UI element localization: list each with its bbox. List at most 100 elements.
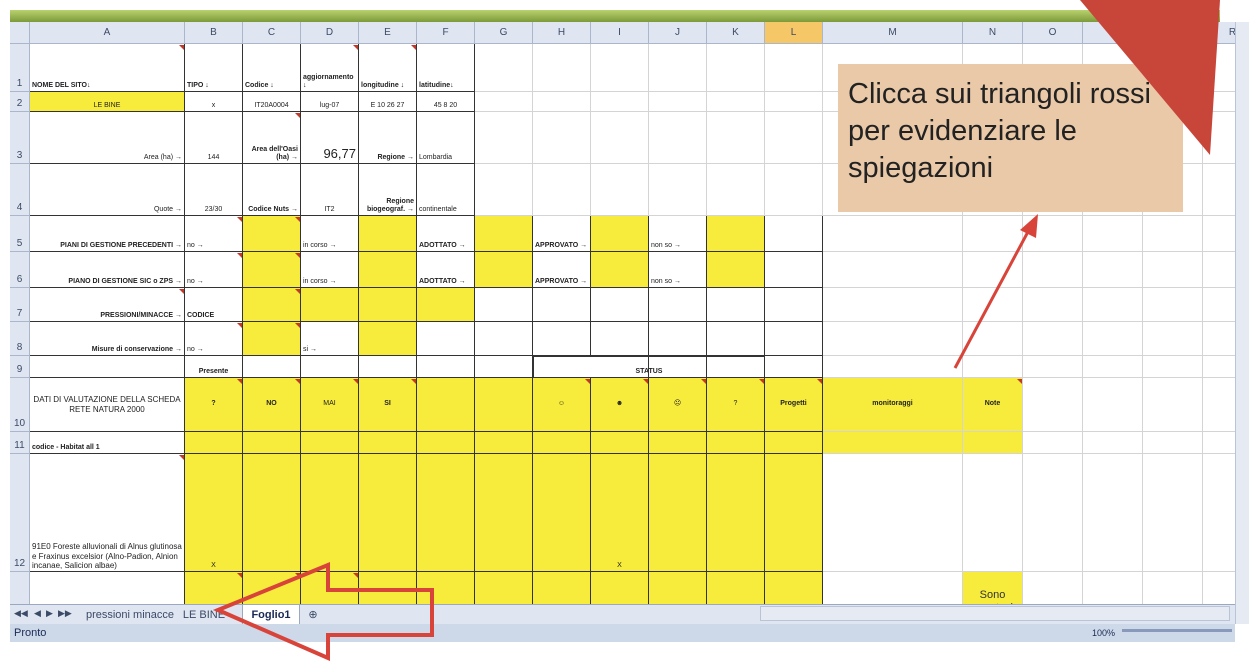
- row-header[interactable]: 4: [10, 164, 30, 216]
- cell-f7[interactable]: [417, 288, 475, 322]
- row-header[interactable]: 7: [10, 288, 30, 322]
- row-header[interactable]: 9: [10, 356, 30, 378]
- cell-g6[interactable]: [475, 252, 533, 288]
- cell-c1[interactable]: Codice ↓: [243, 44, 301, 92]
- column-header-e[interactable]: E: [359, 22, 417, 44]
- cell-k12[interactable]: [707, 454, 765, 572]
- cell-l3[interactable]: [765, 112, 823, 164]
- cell-g8[interactable]: [475, 322, 533, 356]
- cell-l10[interactable]: Progetti: [765, 378, 823, 432]
- cell-r6[interactable]: [1203, 252, 1235, 288]
- cell-a8[interactable]: Misure di conservazione →: [30, 322, 185, 356]
- cell-j2[interactable]: [649, 92, 707, 112]
- comment-indicator-icon[interactable]: [353, 45, 358, 50]
- row-header[interactable]: 11: [10, 432, 30, 454]
- cell-r7[interactable]: [1203, 288, 1235, 322]
- row-header[interactable]: 6: [10, 252, 30, 288]
- cell-b6[interactable]: no →: [185, 252, 243, 288]
- column-header-l[interactable]: L: [765, 22, 823, 44]
- cell-a5[interactable]: PIANI DI GESTIONE PRECEDENTI →: [30, 216, 185, 252]
- cell-g2[interactable]: [475, 92, 533, 112]
- cell-d6[interactable]: in corso →: [301, 252, 359, 288]
- cell-j9[interactable]: [649, 356, 707, 378]
- comment-indicator-icon[interactable]: [179, 289, 184, 294]
- cell-l9[interactable]: [765, 356, 823, 378]
- cell-j13[interactable]: [649, 572, 707, 604]
- cell-a12[interactable]: 91E0 Foreste alluvionali di Alnus glutin…: [30, 454, 185, 572]
- cell-d11[interactable]: [301, 432, 359, 454]
- cell-k11[interactable]: [707, 432, 765, 454]
- cell-f13[interactable]: [417, 572, 475, 604]
- cell-a7[interactable]: PRESSIONI/MINACCE →: [30, 288, 185, 322]
- cell-f9[interactable]: [417, 356, 475, 378]
- row-header[interactable]: 8: [10, 322, 30, 356]
- cell-j7[interactable]: [649, 288, 707, 322]
- cell-i8[interactable]: [591, 322, 649, 356]
- row-header[interactable]: 1: [10, 44, 30, 92]
- cell-n11[interactable]: [963, 432, 1023, 454]
- cell-p7[interactable]: [1083, 288, 1143, 322]
- cell-g5[interactable]: [475, 216, 533, 252]
- cell-a6[interactable]: PIANO DI GESTIONE SIC o ZPS →: [30, 252, 185, 288]
- comment-indicator-icon[interactable]: [759, 379, 764, 384]
- cell-e2[interactable]: E 10 26 27: [359, 92, 417, 112]
- column-header-h[interactable]: H: [533, 22, 591, 44]
- cell-b12[interactable]: X: [185, 454, 243, 572]
- cell-j3[interactable]: [649, 112, 707, 164]
- cell-f8[interactable]: [417, 322, 475, 356]
- cell-k9[interactable]: [707, 356, 765, 378]
- cell-b10[interactable]: ?: [185, 378, 243, 432]
- row-header[interactable]: 3: [10, 112, 30, 164]
- cell-e11[interactable]: [359, 432, 417, 454]
- prev-sheet-icon[interactable]: ◀: [34, 608, 41, 619]
- comment-indicator-icon[interactable]: [411, 45, 416, 50]
- cell-e10[interactable]: SI: [359, 378, 417, 432]
- cell-k13[interactable]: [707, 572, 765, 604]
- cell-g10[interactable]: [475, 378, 533, 432]
- cell-i11[interactable]: [591, 432, 649, 454]
- cell-n12[interactable]: [963, 454, 1023, 572]
- cell-c9[interactable]: [243, 356, 301, 378]
- cell-d9[interactable]: [301, 356, 359, 378]
- comment-indicator-icon[interactable]: [179, 455, 184, 460]
- cell-i13[interactable]: [591, 572, 649, 604]
- cell-a10[interactable]: DATI DI VALUTAZIONE DELLA SCHEDA RETE NA…: [30, 378, 185, 432]
- cell-o11[interactable]: [1023, 432, 1083, 454]
- cell-e4[interactable]: Regione biogeograf. →: [359, 164, 417, 216]
- cell-o9[interactable]: [1023, 356, 1083, 378]
- cell-d12[interactable]: [301, 454, 359, 572]
- row-header[interactable]: 12: [10, 454, 30, 572]
- cell-d1[interactable]: aggiornamento ↓: [301, 44, 359, 92]
- cell-p10[interactable]: [1083, 378, 1143, 432]
- cell-b5[interactable]: no →: [185, 216, 243, 252]
- cell-j5[interactable]: non so →: [649, 216, 707, 252]
- comment-indicator-icon[interactable]: [237, 573, 242, 578]
- cell-d3[interactable]: 96,77: [301, 112, 359, 164]
- column-header-c[interactable]: C: [243, 22, 301, 44]
- cell-m13[interactable]: [823, 572, 963, 604]
- cell-q7[interactable]: [1143, 288, 1203, 322]
- select-all-corner[interactable]: [10, 22, 30, 44]
- cell-m6[interactable]: [823, 252, 963, 288]
- vertical-scrollbar[interactable]: [1235, 22, 1249, 624]
- cell-j12[interactable]: [649, 454, 707, 572]
- cell-h11[interactable]: [533, 432, 591, 454]
- cell-i7[interactable]: [591, 288, 649, 322]
- cell-b11[interactable]: [185, 432, 243, 454]
- cell-d7[interactable]: [301, 288, 359, 322]
- cell-m5[interactable]: [823, 216, 963, 252]
- cell-g3[interactable]: [475, 112, 533, 164]
- cell-b4[interactable]: 23/30: [185, 164, 243, 216]
- comment-indicator-icon[interactable]: [295, 573, 300, 578]
- cell-b8[interactable]: no →: [185, 322, 243, 356]
- cell-d10[interactable]: MAI: [301, 378, 359, 432]
- cell-m11[interactable]: [823, 432, 963, 454]
- row-header[interactable]: 5: [10, 216, 30, 252]
- cell-l13[interactable]: [765, 572, 823, 604]
- cell-p13[interactable]: [1083, 572, 1143, 604]
- cell-c8[interactable]: [243, 322, 301, 356]
- cell-r11[interactable]: [1203, 432, 1235, 454]
- comment-indicator-icon[interactable]: [353, 573, 358, 578]
- cell-g12[interactable]: [475, 454, 533, 572]
- cell-e12[interactable]: [359, 454, 417, 572]
